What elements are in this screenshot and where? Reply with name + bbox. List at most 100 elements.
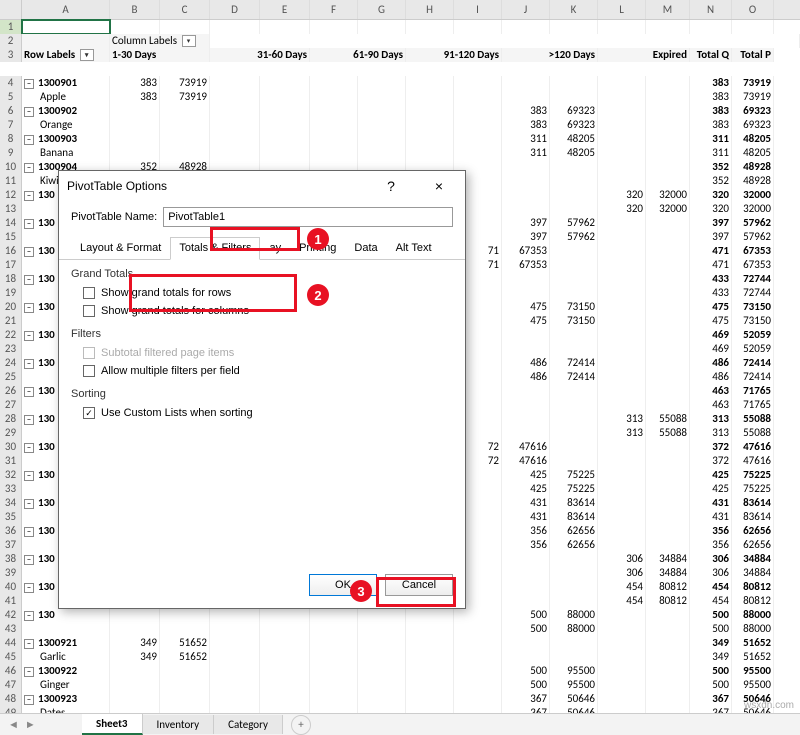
cell-K26[interactable] bbox=[550, 384, 598, 398]
cell-B48[interactable] bbox=[110, 692, 160, 706]
cell-L10[interactable] bbox=[598, 160, 646, 174]
cell-K33[interactable]: 75225 bbox=[550, 482, 598, 496]
total-q[interactable]: 500 bbox=[690, 664, 732, 678]
collapse-icon[interactable]: − bbox=[24, 611, 34, 621]
cell-K14[interactable]: 57962 bbox=[550, 216, 598, 230]
cell-J7[interactable]: 383 bbox=[502, 118, 550, 132]
cell-M28[interactable]: 55088 bbox=[646, 412, 690, 426]
cell-I45[interactable] bbox=[454, 650, 502, 664]
cell-M45[interactable] bbox=[646, 650, 690, 664]
cell-J11[interactable] bbox=[502, 174, 550, 188]
cell-M14[interactable] bbox=[646, 216, 690, 230]
row-header-22[interactable]: 22 bbox=[0, 328, 22, 342]
total-p[interactable]: 75225 bbox=[732, 482, 774, 496]
row-header-47[interactable]: 47 bbox=[0, 678, 22, 692]
cell-M20[interactable] bbox=[646, 300, 690, 314]
chk-grand-cols[interactable] bbox=[83, 305, 95, 317]
tab-data[interactable]: Data bbox=[345, 237, 386, 259]
total-p[interactable]: 73150 bbox=[732, 314, 774, 328]
cell-K21[interactable]: 73150 bbox=[550, 314, 598, 328]
cell-J10[interactable] bbox=[502, 160, 550, 174]
total-q[interactable]: 372 bbox=[690, 454, 732, 468]
row-header-2[interactable]: 2 bbox=[0, 34, 22, 48]
cell-K8[interactable]: 48205 bbox=[550, 132, 598, 146]
total-q[interactable]: 433 bbox=[690, 286, 732, 300]
cell-I47[interactable] bbox=[454, 678, 502, 692]
total-q[interactable]: 471 bbox=[690, 258, 732, 272]
cell-M23[interactable] bbox=[646, 342, 690, 356]
cell-M17[interactable] bbox=[646, 258, 690, 272]
col-header-K[interactable]: K bbox=[550, 0, 598, 19]
cell-K27[interactable] bbox=[550, 398, 598, 412]
cell-K45[interactable] bbox=[550, 650, 598, 664]
tab-layout-format[interactable]: Layout & Format bbox=[71, 237, 170, 259]
total-p[interactable]: 69323 bbox=[732, 118, 774, 132]
cell-G45[interactable] bbox=[358, 650, 406, 664]
cell-J39[interactable] bbox=[502, 566, 550, 580]
row-header-24[interactable]: 24 bbox=[0, 356, 22, 370]
tab-display[interactable]: ay bbox=[260, 237, 290, 259]
cell-C8[interactable] bbox=[160, 132, 210, 146]
total-q[interactable]: 367 bbox=[690, 692, 732, 706]
add-sheet-button[interactable]: + bbox=[291, 715, 311, 735]
cell-K4[interactable] bbox=[550, 76, 598, 90]
collapse-icon[interactable]: − bbox=[24, 107, 34, 117]
cell-M13[interactable]: 32000 bbox=[646, 202, 690, 216]
collapse-icon[interactable]: − bbox=[24, 443, 34, 453]
col-header-F[interactable]: F bbox=[310, 0, 358, 19]
chk-grand-rows[interactable] bbox=[83, 287, 95, 299]
cell-L5[interactable] bbox=[598, 90, 646, 104]
cell-L29[interactable]: 313 bbox=[598, 426, 646, 440]
collapse-icon[interactable]: − bbox=[24, 415, 34, 425]
row-header-16[interactable]: 16 bbox=[0, 244, 22, 258]
cell-G42[interactable] bbox=[358, 608, 406, 622]
total-p[interactable]: 72744 bbox=[732, 272, 774, 286]
row-header-17[interactable]: 17 bbox=[0, 258, 22, 272]
pivot-item[interactable]: Apple bbox=[22, 90, 110, 104]
collapse-icon[interactable]: − bbox=[24, 527, 34, 537]
cell-L15[interactable] bbox=[598, 230, 646, 244]
cell-K38[interactable] bbox=[550, 552, 598, 566]
cell-M39[interactable]: 34884 bbox=[646, 566, 690, 580]
col-header-B[interactable]: B bbox=[110, 0, 160, 19]
row-header-41[interactable]: 41 bbox=[0, 594, 22, 608]
cell-K47[interactable]: 95500 bbox=[550, 678, 598, 692]
cell-M41[interactable]: 80812 bbox=[646, 594, 690, 608]
cell-K28[interactable] bbox=[550, 412, 598, 426]
total-p[interactable]: 75225 bbox=[732, 468, 774, 482]
cell-H9[interactable] bbox=[406, 146, 454, 160]
total-q[interactable]: 349 bbox=[690, 650, 732, 664]
row-header-46[interactable]: 46 bbox=[0, 664, 22, 678]
cell-K37[interactable]: 62656 bbox=[550, 538, 598, 552]
help-button[interactable]: ? bbox=[373, 178, 409, 194]
cell-F47[interactable] bbox=[310, 678, 358, 692]
pivot-item[interactable] bbox=[22, 622, 110, 636]
cell-J33[interactable]: 425 bbox=[502, 482, 550, 496]
cell-K40[interactable] bbox=[550, 580, 598, 594]
cell-L44[interactable] bbox=[598, 636, 646, 650]
total-q[interactable]: 475 bbox=[690, 314, 732, 328]
col-header-J[interactable]: J bbox=[502, 0, 550, 19]
cell-J19[interactable] bbox=[502, 286, 550, 300]
cell-K32[interactable]: 75225 bbox=[550, 468, 598, 482]
total-q[interactable]: 463 bbox=[690, 398, 732, 412]
cell-B47[interactable] bbox=[110, 678, 160, 692]
cell-M35[interactable] bbox=[646, 510, 690, 524]
cell-F46[interactable] bbox=[310, 664, 358, 678]
total-p[interactable]: 32000 bbox=[732, 188, 774, 202]
col-header-M[interactable]: M bbox=[646, 0, 690, 19]
row-header-29[interactable]: 29 bbox=[0, 426, 22, 440]
collapse-icon[interactable]: − bbox=[24, 219, 34, 229]
total-p[interactable]: 83614 bbox=[732, 510, 774, 524]
cell-K35[interactable]: 83614 bbox=[550, 510, 598, 524]
cell-L32[interactable] bbox=[598, 468, 646, 482]
row-header-45[interactable]: 45 bbox=[0, 650, 22, 664]
cell-D46[interactable] bbox=[210, 664, 260, 678]
cell-L22[interactable] bbox=[598, 328, 646, 342]
cell-H43[interactable] bbox=[406, 622, 454, 636]
row-header-30[interactable]: 30 bbox=[0, 440, 22, 454]
total-p[interactable]: 47616 bbox=[732, 440, 774, 454]
cell-G5[interactable] bbox=[358, 90, 406, 104]
cell-H4[interactable] bbox=[406, 76, 454, 90]
cell-L7[interactable] bbox=[598, 118, 646, 132]
